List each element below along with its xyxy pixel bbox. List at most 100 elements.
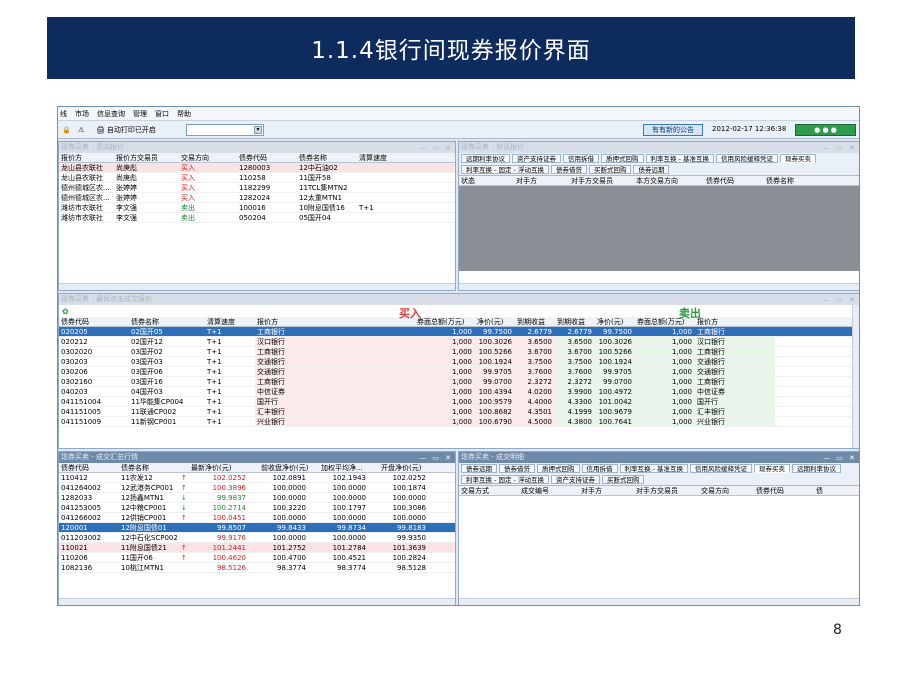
table-cell: 100.1924 xyxy=(475,357,515,366)
table-cell: 041264002 xyxy=(61,484,102,492)
tab-item[interactable]: 信用拆借 xyxy=(581,464,618,473)
dialog-table-header: 状态 对手方 对手方交易员 本方交易方向 债券代码 债券名称 xyxy=(459,176,859,186)
tab-item[interactable]: 利率互换 - 基准互换 xyxy=(619,464,688,473)
trade-summary-panel: 现券买卖 - 成交汇总行情 — ▭ ✕ 债券代码 债券名称 最新净价(元) 前收盘… xyxy=(58,451,456,605)
table-cell: 1,000 xyxy=(415,337,475,346)
tab-item[interactable]: 资产支持证券 xyxy=(512,154,561,163)
tab-item[interactable]: 信用风险缓释凭证 xyxy=(715,154,778,163)
table-row[interactable]: 030203 03国开03 T+1 交通银行 1,000 100.1924 3.7500 3.… xyxy=(59,357,859,367)
table-row[interactable]: 龙山县农联社 尚庚彪 买入 1280003 12中石油02 xyxy=(59,163,455,173)
tab-item[interactable]: 现券买卖 xyxy=(779,154,816,163)
table-row[interactable]: 030206 03国开06 T+1 交通银行 1,000 99.9705 3.7600 3.7… xyxy=(59,367,859,377)
table-row[interactable]: 110206 11国开06 ↑ 100.4620 100.4700 100.4521 100… xyxy=(59,553,455,563)
tab-item[interactable]: 远期利率协议 xyxy=(791,464,841,473)
table-cell: 工商银行 xyxy=(255,377,415,386)
tab-item[interactable]: 信用风险缓释凭证 xyxy=(689,464,752,473)
status-button[interactable]: ● ● ● xyxy=(795,124,856,136)
table-cell: 0302160 xyxy=(61,378,93,386)
tab-item[interactable]: 买断式回购 xyxy=(601,475,645,484)
notice-button[interactable]: 有有新的公告 xyxy=(643,124,703,136)
horizontal-scrollbar[interactable] xyxy=(59,598,455,605)
horizontal-scrollbar[interactable] xyxy=(59,283,455,290)
table-row[interactable]: 041151004 11华能集CP004 T+1 国开行 1,000 100.9579 4.… xyxy=(59,397,859,407)
table-row[interactable]: 0302160 03国开16 T+1 工商银行 1,000 99.0700 2.3272 2.… xyxy=(59,377,859,387)
table-row[interactable]: 1082136 10桃江MTN1 98.5126 98.3774 98.3774 98.5… xyxy=(59,563,455,573)
table-cell: 040203 xyxy=(61,388,88,396)
refresh-icon[interactable]: ✿ xyxy=(62,307,69,316)
table-row[interactable]: 041264002 12武港务CP001 ↑ 100.3896 100.0000 100.… xyxy=(59,483,455,493)
horizontal-scrollbar[interactable] xyxy=(459,283,859,290)
menu-item[interactable]: 窗口 xyxy=(155,109,169,119)
table-row[interactable]: 041253005 12中粮CP001 ↓ 100.2714 100.3220 100.1… xyxy=(59,503,455,513)
table-row[interactable]: 110412 11农发12 ↑ 102.0252 102.0891 102.1943 102… xyxy=(59,473,455,483)
tab-item[interactable]: 债券远期 xyxy=(633,165,670,174)
tab-item[interactable]: 质押式回购 xyxy=(537,464,580,473)
tab-item[interactable]: 远期利率协议 xyxy=(461,154,510,163)
window-controls-icon[interactable]: — ▭ ✕ xyxy=(823,143,857,154)
table-cell: T+1 xyxy=(207,408,222,416)
print-button[interactable]: 🖨 自动打印已开启 xyxy=(96,124,156,136)
tab-item[interactable]: 利率互换 - 固定 - 浮动互换 xyxy=(461,475,549,484)
table-row[interactable]: 0302020 03国开02 T+1 工商银行 1,000 100.5266 3.6700 3… xyxy=(59,347,859,357)
tab-item[interactable]: 债券借贷 xyxy=(550,165,587,174)
vertical-scrollbar[interactable] xyxy=(852,305,859,448)
menu-item[interactable]: 线 xyxy=(60,109,67,119)
menu-item[interactable]: 帮助 xyxy=(177,109,191,119)
tab-item[interactable]: 买断式回购 xyxy=(588,165,632,174)
table-row[interactable]: 德州德城区农... 张婷婷 买入 1282024 12太重MTN1 xyxy=(59,193,455,203)
table-cell: 110206 xyxy=(61,554,88,562)
table-row[interactable]: 1282033 12扬鑫MTN1 ↓ 99.9837 100.0000 100.0000 1… xyxy=(59,493,455,503)
toolbar-select[interactable]: ▾ xyxy=(186,124,264,136)
window-controls-icon[interactable]: — ▭ ✕ xyxy=(419,453,453,464)
table-cell: 龙山县农联社 xyxy=(61,164,103,172)
tab-item[interactable]: 利率互换 - 基准互换 xyxy=(645,154,714,163)
table-row[interactable]: 041151005 11联通CP002 T+1 汇丰银行 1,000 100.8682 4.… xyxy=(59,407,859,417)
table-cell: 0302020 xyxy=(61,348,93,356)
table-row[interactable]: 潍坊市农联社 李文强 卖出 050204 05国开04 xyxy=(59,213,455,223)
table-row[interactable]: 110021 11附息国债21 ↑ 101.2441 101.2752 101.2784 1… xyxy=(59,543,455,553)
table-cell xyxy=(179,533,189,542)
tab-item[interactable]: 质押式回购 xyxy=(601,154,644,163)
table-cell: T+1 xyxy=(207,398,222,406)
table-row[interactable]: 020212 02国开12 T+1 汉口银行 1,000 100.3026 3.6500 3.… xyxy=(59,337,859,347)
table-cell: 1,000 xyxy=(415,377,475,386)
slide-title-banner: 1.1.4银行间现券报价界面 xyxy=(47,17,855,79)
table-row[interactable]: 德州德城区农... 张婷婷 买入 1182299 11TCL集MTN2 xyxy=(59,183,455,193)
table-row[interactable]: 040203 04国开03 T+1 中信证券 1,000 100.4394 4.0200 3.… xyxy=(59,387,859,397)
table-cell: 100.4700 xyxy=(272,554,306,562)
quote-panel-title: 现券买卖 - 意向报价 — ▭ ✕ xyxy=(59,142,455,153)
table-cell: 102.1943 xyxy=(332,474,366,482)
lock-icon[interactable]: 🔒 xyxy=(62,124,71,136)
menu-item[interactable]: 管理 xyxy=(133,109,147,119)
tab-item[interactable]: 资产支持证券 xyxy=(550,475,600,484)
quote-table-header: 报价方 报价方交易员 交易方向 债券代码 债券名称 清算速度 xyxy=(59,153,455,163)
tab-item[interactable]: 债券借贷 xyxy=(499,464,535,473)
menu-item[interactable]: 信息查询 xyxy=(97,109,125,119)
table-row[interactable]: 潍坊市农联社 李文强 卖出 100016 10附息国债16 T+1 xyxy=(59,203,455,213)
tab-item[interactable]: 利率互换 - 固定 - 浮动互换 xyxy=(461,165,549,174)
table-row[interactable]: 龙山县农联社 尚庚彪 买入 110258 11国开58 xyxy=(59,173,455,183)
table-row[interactable]: 041266002 12供销CP001 ↑ 100.0451 100.0000 100.0… xyxy=(59,513,455,523)
table-row[interactable]: 120001 12附息国债01 99.8507 99.8433 99.8734 99.81… xyxy=(59,523,455,533)
table-cell: 4.1999 xyxy=(555,407,595,416)
table-cell: 100.3220 xyxy=(272,504,306,512)
trading-app-window: 线 市场 信息查询 管理 窗口 帮助 🔒 ⚠ 🖨 自动打印已开启 ▾ 有有新的公告… xyxy=(57,106,860,606)
window-controls-icon[interactable]: — ▭ ✕ xyxy=(823,453,857,464)
dialog-tabs: 远期利率协议 资产支持证券 信用拆借 质押式回购 利率互换 - 基准互换 信用风险缓释凭证… xyxy=(459,153,859,176)
table-cell: 2.3272 xyxy=(555,377,595,386)
tab-item[interactable]: 债券远期 xyxy=(461,464,497,473)
table-cell: 100.5266 xyxy=(595,347,635,356)
table-row[interactable]: 041151009 11新钢CP001 T+1 兴业银行 1,000 100.6790 4.… xyxy=(59,417,859,427)
tab-item[interactable]: 信用拆借 xyxy=(563,154,599,163)
table-cell: ↑ xyxy=(181,474,187,482)
table-cell: 4.5000 xyxy=(515,417,555,426)
warning-icon[interactable]: ⚠ xyxy=(78,124,84,136)
menu-item[interactable]: 市场 xyxy=(75,109,89,119)
table-cell: 国开行 xyxy=(695,397,775,406)
table-row[interactable]: 020205 02国开05 T+1 工商银行 1,000 99.7500 2.6779 2.6… xyxy=(59,327,859,337)
horizontal-scrollbar[interactable] xyxy=(459,598,859,605)
table-cell: 11联通CP002 xyxy=(131,408,177,416)
tab-item[interactable]: 现券买卖 xyxy=(753,464,790,473)
table-row[interactable]: 011203002 12中石化SCP002 99.9176 100.0000 100.0… xyxy=(59,533,455,543)
window-controls-icon[interactable]: — ▭ ✕ xyxy=(419,143,453,154)
